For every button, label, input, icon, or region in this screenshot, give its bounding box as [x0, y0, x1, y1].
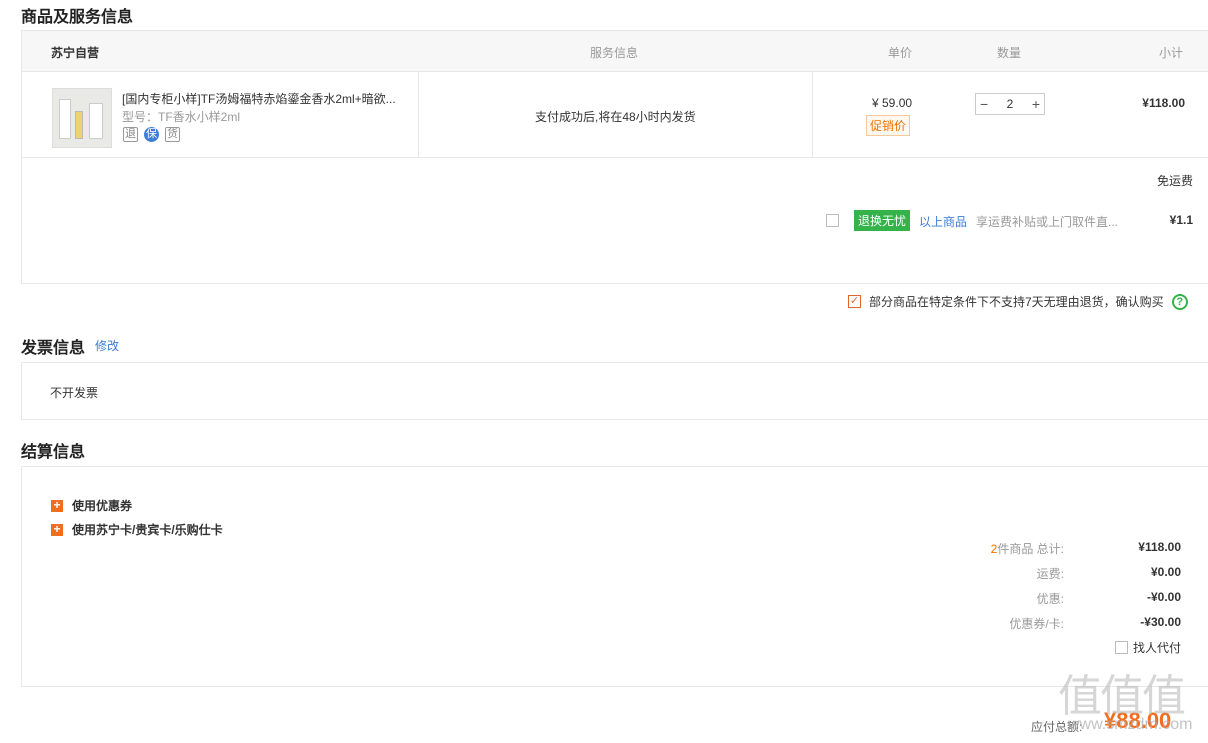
genuine-icon: 货 [165, 127, 180, 142]
goods-extra: 免运费 退换无忧 以上商品 享运费补贴或上门取件直... ¥1.1 [22, 158, 1208, 284]
expand-icon: + [51, 499, 63, 512]
quantity-stepper: − 2 + [975, 93, 1045, 115]
invoice-box: 不开发票 [21, 362, 1208, 420]
unit-price: ¥ 59.00 [872, 96, 913, 110]
coupon-card-label: 优惠券/卡: [1009, 617, 1064, 631]
help-icon[interactable]: ? [1171, 293, 1188, 310]
freight-value: ¥0.00 [1150, 565, 1181, 579]
service-info: 支付成功后,将在48小时内发货 [535, 110, 696, 124]
service-icons: 退 保 货 [123, 127, 180, 142]
header-price: 单价 [888, 46, 913, 60]
header-subtotal: 小计 [1159, 46, 1184, 60]
product-image[interactable] [52, 88, 112, 148]
insurance-price: ¥1.1 [1169, 213, 1193, 227]
insurance-checkbox[interactable] [826, 214, 839, 227]
pay-for-checkbox[interactable] [1114, 641, 1128, 654]
use-coupon-label: 使用优惠券 [72, 499, 133, 513]
invoice-edit-link[interactable]: 修改 [95, 337, 119, 354]
pay-for-label: 找人代付 [1132, 641, 1181, 655]
pay-for-me[interactable]: 找人代付 [1114, 639, 1181, 656]
invoice-section-title: 发票信息 [21, 340, 86, 357]
shipping-info: 免运费 [1156, 174, 1193, 188]
product-name[interactable]: [国内专柜小样]TF汤姆福特赤焰鎏金香水2ml+暗欲... [122, 90, 402, 107]
invoice-value: 不开发票 [50, 386, 99, 400]
settle-section-title: 结算信息 [21, 444, 86, 461]
increase-button[interactable]: + [1032, 96, 1040, 112]
freight-label: 运费: [1036, 567, 1064, 581]
agree-text: 部分商品在特定条件下不支持7天无理由退货，确认购买 [869, 295, 1164, 309]
expand-icon: + [51, 523, 63, 536]
goods-box: 苏宁自营 服务信息 单价 数量 小计 [国内专柜小样]TF汤姆福特赤焰鎏金香水2… [21, 30, 1208, 284]
goods-item-row: [国内专柜小样]TF汤姆福特赤焰鎏金香水2ml+暗欲... 型号：TF香水小样2… [22, 72, 1208, 158]
header-qty: 数量 [997, 46, 1022, 60]
total-value: ¥118.00 [1138, 540, 1181, 554]
total-label: 2件商品 总计: [990, 542, 1064, 556]
item-subtotal: ¥118.00 [1142, 96, 1185, 110]
discount-value: -¥0.00 [1146, 590, 1181, 604]
quantity-value[interactable]: 2 [1007, 97, 1014, 111]
use-card-toggle[interactable]: + 使用苏宁卡/贵宾卡/乐购仕卡 [51, 521, 223, 538]
watermark-logo: 值值值 [1058, 671, 1186, 722]
shop-name[interactable]: 苏宁自营 [51, 44, 99, 61]
goods-header: 苏宁自营 服务信息 单价 数量 小计 [22, 31, 1208, 72]
guarantee-icon: 保 [144, 127, 159, 142]
use-coupon-toggle[interactable]: + 使用优惠券 [51, 497, 132, 514]
goods-section-title: 商品及服务信息 [21, 9, 134, 26]
watermark-url: www.smzdm.com [1068, 716, 1193, 733]
use-card-label: 使用苏宁卡/贵宾卡/乐购仕卡 [72, 523, 223, 537]
header-service: 服务信息 [590, 46, 639, 60]
insurance-desc: 享运费补贴或上门取件直... [976, 215, 1119, 229]
return-policy-agree: ✓ 部分商品在特定条件下不支持7天无理由退货，确认购买 ? [848, 293, 1188, 310]
product-model: 型号：TF香水小样2ml [122, 110, 240, 124]
return-icon: 退 [123, 127, 138, 142]
agree-checkbox[interactable]: ✓ [848, 295, 861, 308]
promo-badge: 促销价 [866, 115, 911, 136]
decrease-button[interactable]: − [980, 96, 988, 112]
insurance-goods-link[interactable]: 以上商品 [919, 213, 967, 230]
insurance-badge: 退换无忧 [854, 210, 911, 231]
settle-box: + 使用优惠券 + 使用苏宁卡/贵宾卡/乐购仕卡 2件商品 总计: ¥118.0… [21, 466, 1208, 687]
discount-label: 优惠: [1036, 592, 1064, 606]
coupon-card-value: -¥30.00 [1140, 615, 1181, 629]
